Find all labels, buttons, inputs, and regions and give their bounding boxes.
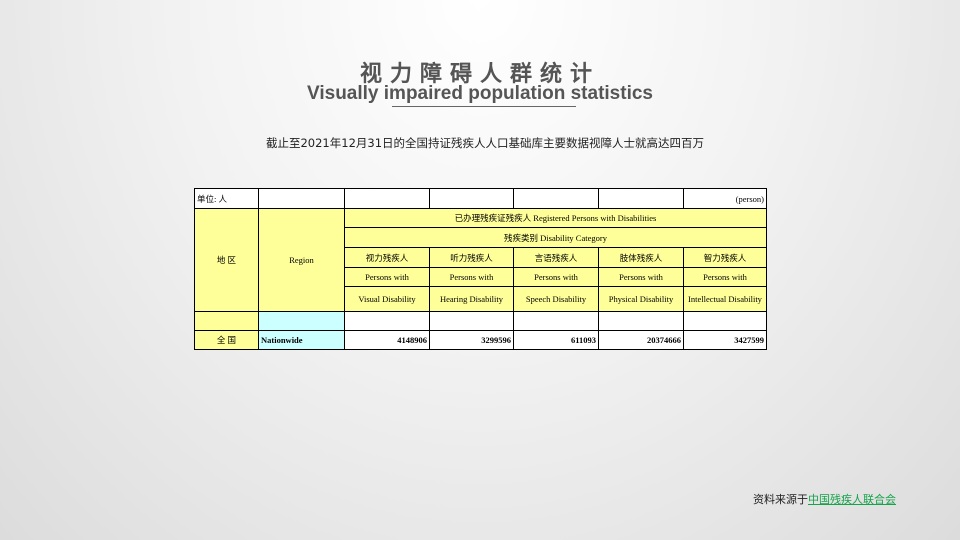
category-header: 残疾类别 Disability Category	[344, 227, 767, 248]
value-speech: 611093	[513, 330, 599, 350]
category-en2-speech: Speech Disability	[513, 286, 599, 312]
category-cn-physical: 肢体残疾人	[598, 247, 684, 268]
registered-header: 已办理残疾证残疾人 Registered Persons with Disabi…	[344, 208, 767, 228]
category-en1-physical: Persons with	[598, 267, 684, 287]
disability-stats-table: 单位: 人 (person) 地 区 Region 已办理残疾证残疾人 Regi…	[194, 188, 767, 350]
unit-label: 单位: 人	[194, 188, 259, 209]
source-note: 资料来源于中国残疾人联合会	[753, 491, 896, 507]
unit-row: 单位: 人 (person)	[194, 188, 767, 209]
subtitle: 截止至2021年12月31日的全国持证残疾人人口基础库主要数据视障人士就高达四百…	[265, 136, 705, 150]
category-en2-visual: Visual Disability	[344, 286, 430, 312]
region-en-header: Region	[258, 208, 345, 312]
table-row: 全 国 Nationwide 4148906 3299596 611093 20…	[194, 330, 767, 350]
value-visual: 4148906	[344, 330, 430, 350]
category-cn-speech: 言语残疾人	[513, 247, 599, 268]
category-cn-intellectual: 智力残疾人	[683, 247, 767, 268]
category-en2-intellectual: Intellectual Disability	[683, 286, 767, 312]
header-row-registered: 地 区 Region 已办理残疾证残疾人 Registered Persons …	[194, 208, 767, 312]
value-hearing: 3299596	[429, 330, 514, 350]
region-cn-header: 地 区	[194, 208, 259, 312]
value-intellectual: 3427599	[683, 330, 767, 350]
title-underline	[392, 106, 576, 107]
category-en2-physical: Physical Disability	[598, 286, 684, 312]
spacer-row	[194, 311, 767, 331]
row-region-cn: 全 国	[194, 330, 259, 350]
category-en1-visual: Persons with	[344, 267, 430, 287]
source-link[interactable]: 中国残疾人联合会	[808, 493, 896, 506]
row-region-en: Nationwide	[258, 330, 345, 350]
value-physical: 20374666	[598, 330, 684, 350]
page-title-en: Visually impaired population statistics	[307, 83, 653, 104]
category-en1-intellectual: Persons with	[683, 267, 767, 287]
category-cn-visual: 视力残疾人	[344, 247, 430, 268]
category-en1-hearing: Persons with	[429, 267, 514, 287]
unit-en-label: (person)	[683, 188, 767, 209]
source-prefix: 资料来源于	[753, 493, 808, 506]
category-en1-speech: Persons with	[513, 267, 599, 287]
category-en2-hearing: Hearing Disability	[429, 286, 514, 312]
category-cn-hearing: 听力残疾人	[429, 247, 514, 268]
